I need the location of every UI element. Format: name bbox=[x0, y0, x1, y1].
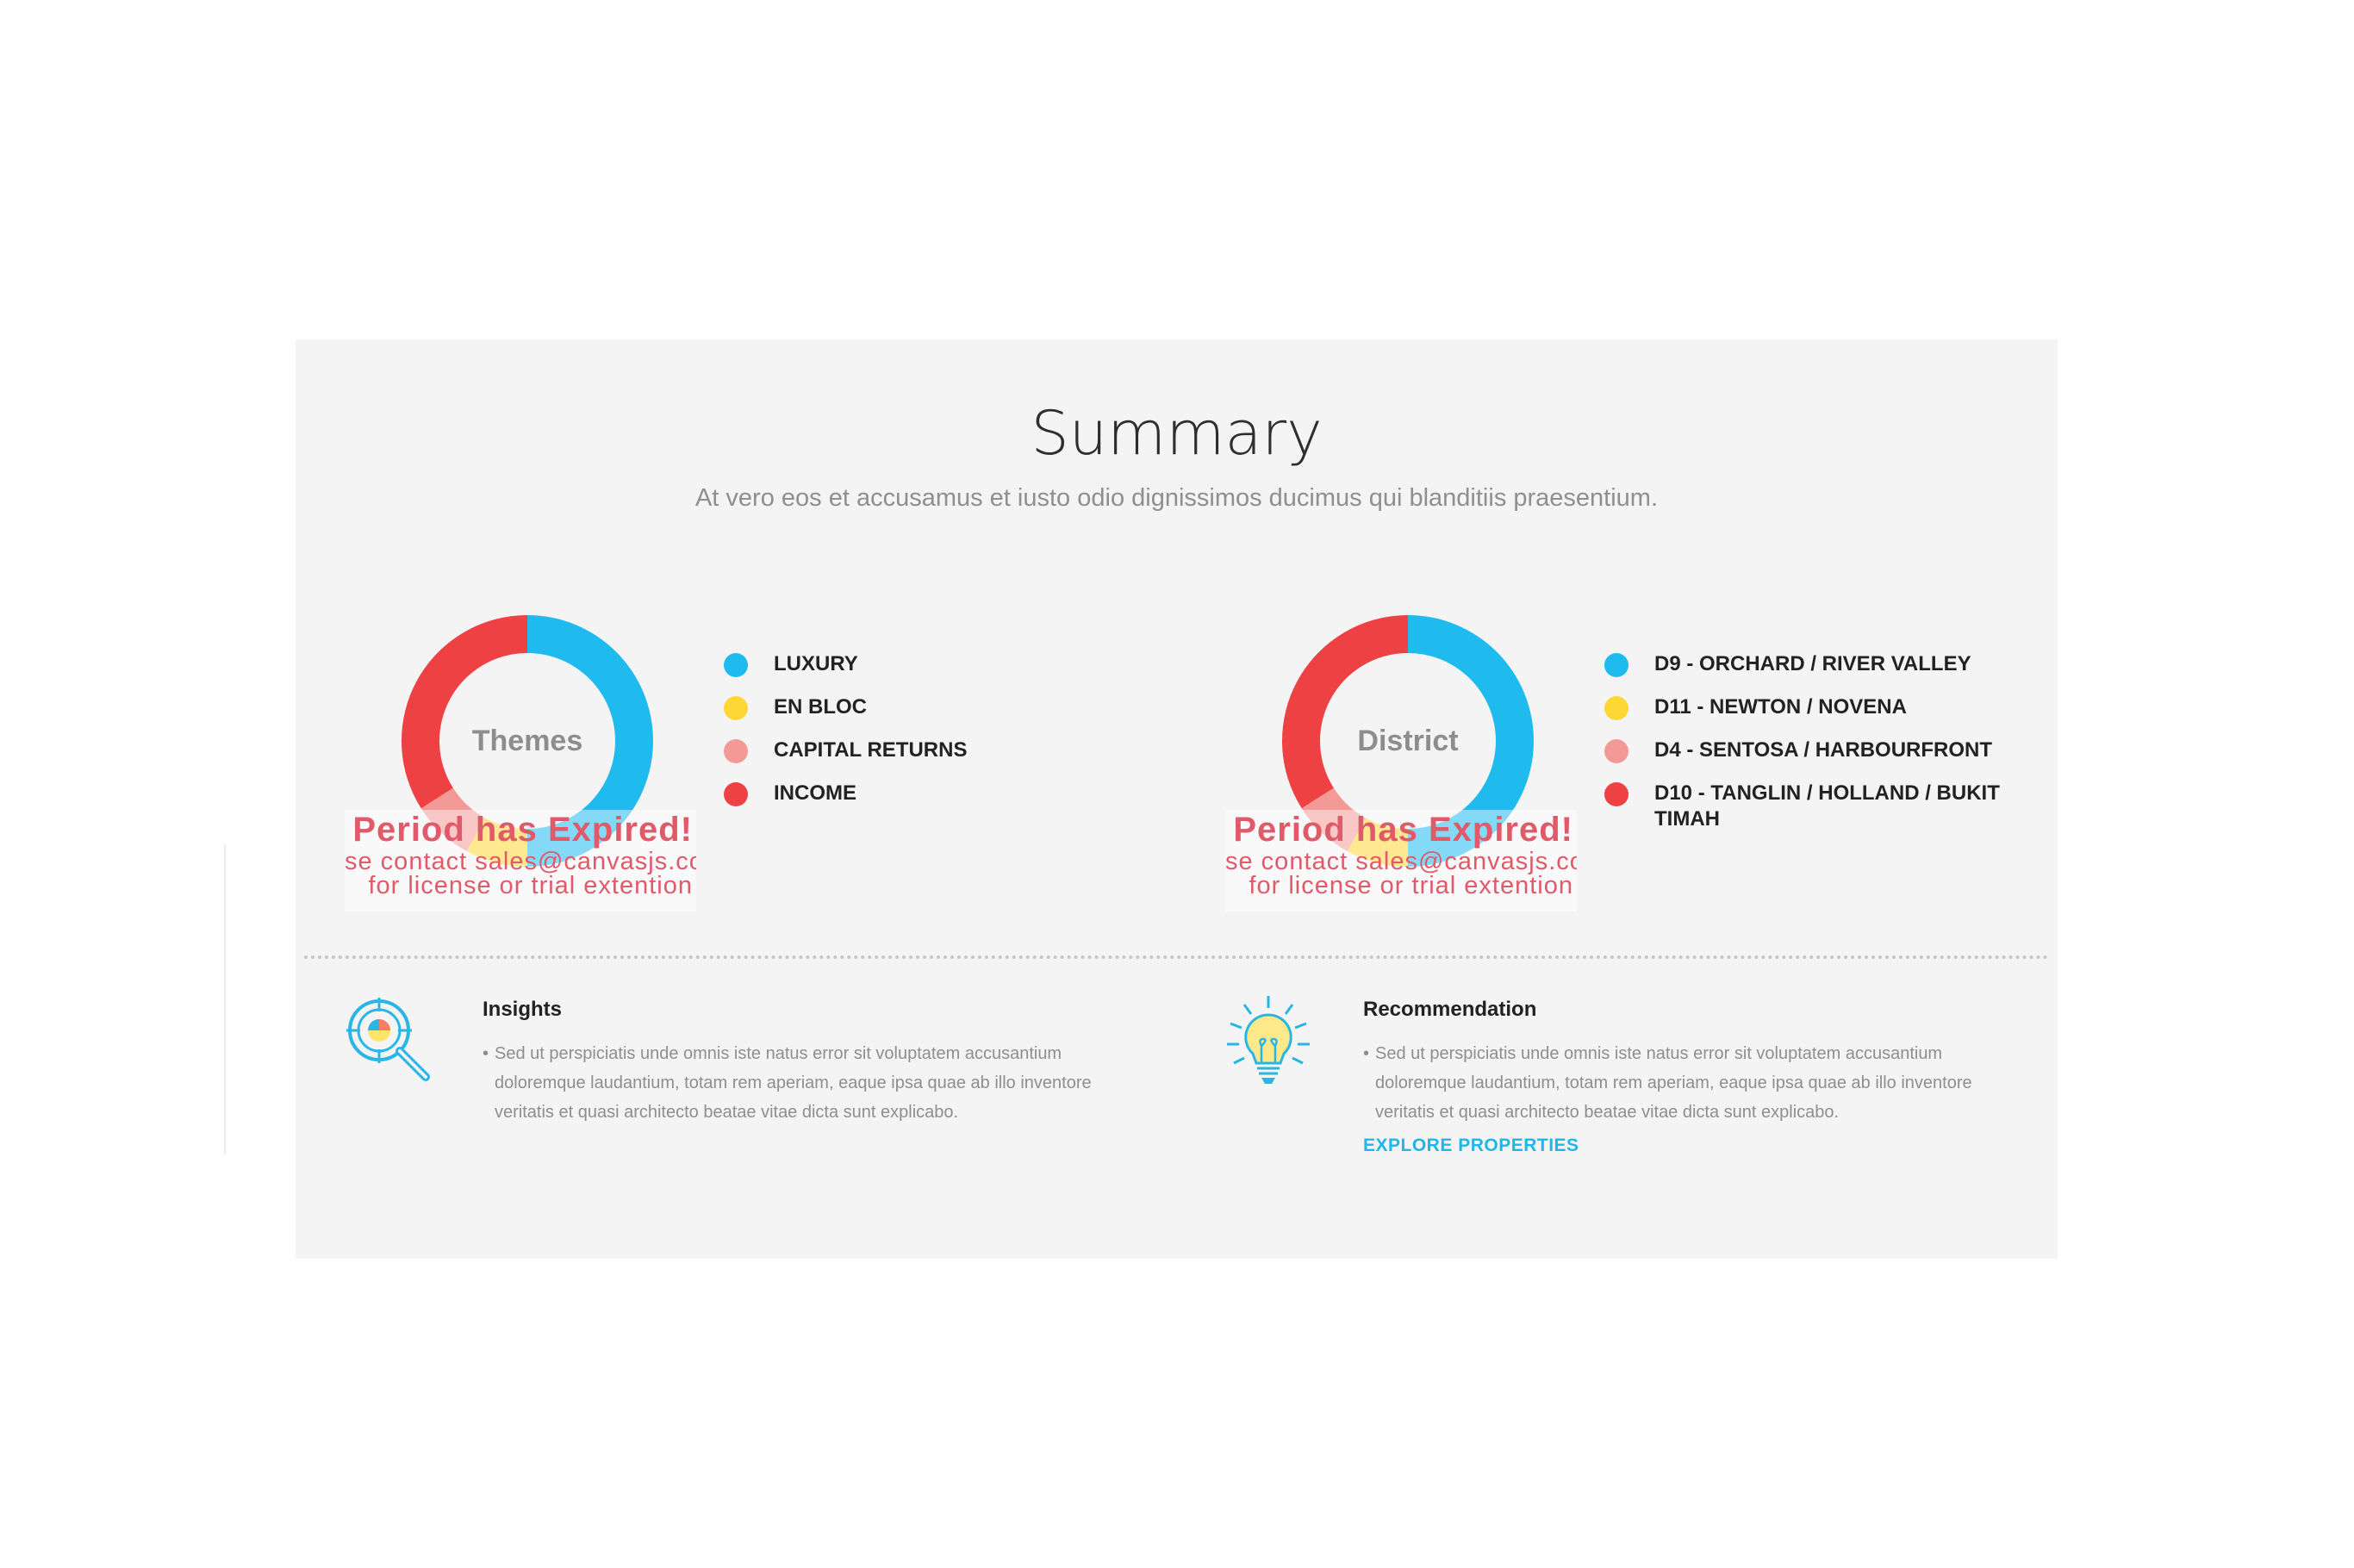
legend-item-d10: D10 - TANGLIN / HOLLAND / BUKIT TIMAH bbox=[1604, 781, 2009, 831]
magnifier-chart-icon bbox=[343, 994, 438, 1089]
left-edge-line bbox=[224, 844, 226, 1154]
watermark-line-3: for license or trial extention bbox=[1249, 872, 1573, 899]
legend-dot bbox=[724, 653, 748, 677]
license-expired-watermark: Period has Expired! se contact sales@can… bbox=[345, 810, 696, 912]
legend-dot bbox=[724, 739, 748, 763]
dotted-divider bbox=[304, 955, 2049, 959]
recommendation-body: • Sed ut perspiciatis unde omnis iste na… bbox=[1363, 1039, 2001, 1127]
watermark-line-2: se contact sales@canvasjs.com bbox=[1225, 848, 1577, 875]
watermark-line-1: Period has Expired! bbox=[1233, 811, 1573, 849]
legend-label: D4 - SENTOSA / HARBOURFRONT bbox=[1654, 738, 1993, 762]
legend-label: D9 - ORCHARD / RIVER VALLEY bbox=[1654, 652, 1971, 675]
themes-legend: LUXURY EN BLOC CAPITAL RETURNS INCOME bbox=[724, 651, 1129, 824]
insights-heading: Insights bbox=[483, 998, 563, 1021]
legend-item-en-bloc: EN BLOC bbox=[724, 694, 1129, 737]
page-title: Summary bbox=[1031, 398, 1323, 469]
legend-item-d4: D4 - SENTOSA / HARBOURFRONT bbox=[1604, 737, 2009, 781]
legend-dot bbox=[1604, 653, 1628, 677]
legend-label: CAPITAL RETURNS bbox=[774, 738, 968, 762]
legend-label: EN BLOC bbox=[774, 695, 867, 719]
legend-dot bbox=[1604, 739, 1628, 763]
summary-panel: Summary At vero eos et accusamus et iust… bbox=[296, 339, 2058, 1259]
recommendation-heading: Recommendation bbox=[1363, 998, 1537, 1021]
district-legend: D9 - ORCHARD / RIVER VALLEY D11 - NEWTON… bbox=[1604, 651, 2009, 831]
themes-chart: Themes Period has Expired! se contact sa… bbox=[345, 615, 763, 912]
legend-label: INCOME bbox=[774, 781, 856, 805]
legend-dot bbox=[1604, 696, 1628, 720]
legend-item-d9: D9 - ORCHARD / RIVER VALLEY bbox=[1604, 651, 2009, 694]
page-subtitle: At vero eos et accusamus et iusto odio d… bbox=[694, 484, 1659, 512]
legend-dot bbox=[724, 696, 748, 720]
district-chart: District Period has Expired! se contact … bbox=[1225, 615, 1644, 912]
explore-properties-link[interactable]: EXPLORE PROPERTIES bbox=[1363, 1136, 1579, 1156]
legend-item-luxury: LUXURY bbox=[724, 651, 1129, 694]
watermark-line-3: for license or trial extention bbox=[368, 872, 693, 899]
legend-item-d11: D11 - NEWTON / NOVENA bbox=[1604, 694, 2009, 737]
license-expired-watermark: Period has Expired! se contact sales@can… bbox=[1225, 810, 1577, 912]
watermark-line-2: se contact sales@canvasjs.com bbox=[345, 848, 696, 875]
insights-body: • Sed ut perspiciatis unde omnis iste na… bbox=[483, 1039, 1120, 1127]
legend-item-income: INCOME bbox=[724, 781, 1129, 824]
legend-dot bbox=[724, 782, 748, 806]
legend-item-capital-returns: CAPITAL RETURNS bbox=[724, 737, 1129, 781]
recommendation-text: Sed ut perspiciatis unde omnis iste natu… bbox=[1375, 1044, 1972, 1122]
legend-label: D11 - NEWTON / NOVENA bbox=[1654, 695, 1907, 719]
legend-label: LUXURY bbox=[774, 652, 858, 675]
lightbulb-icon bbox=[1224, 994, 1318, 1089]
watermark-line-1: Period has Expired! bbox=[352, 811, 693, 849]
legend-label: D10 - TANGLIN / HOLLAND / BUKIT TIMAH bbox=[1654, 781, 2000, 831]
bullet-icon: • bbox=[1363, 1044, 1370, 1063]
bullet-icon: • bbox=[483, 1044, 489, 1063]
legend-dot bbox=[1604, 782, 1628, 806]
insights-text: Sed ut perspiciatis unde omnis iste natu… bbox=[495, 1044, 1092, 1122]
